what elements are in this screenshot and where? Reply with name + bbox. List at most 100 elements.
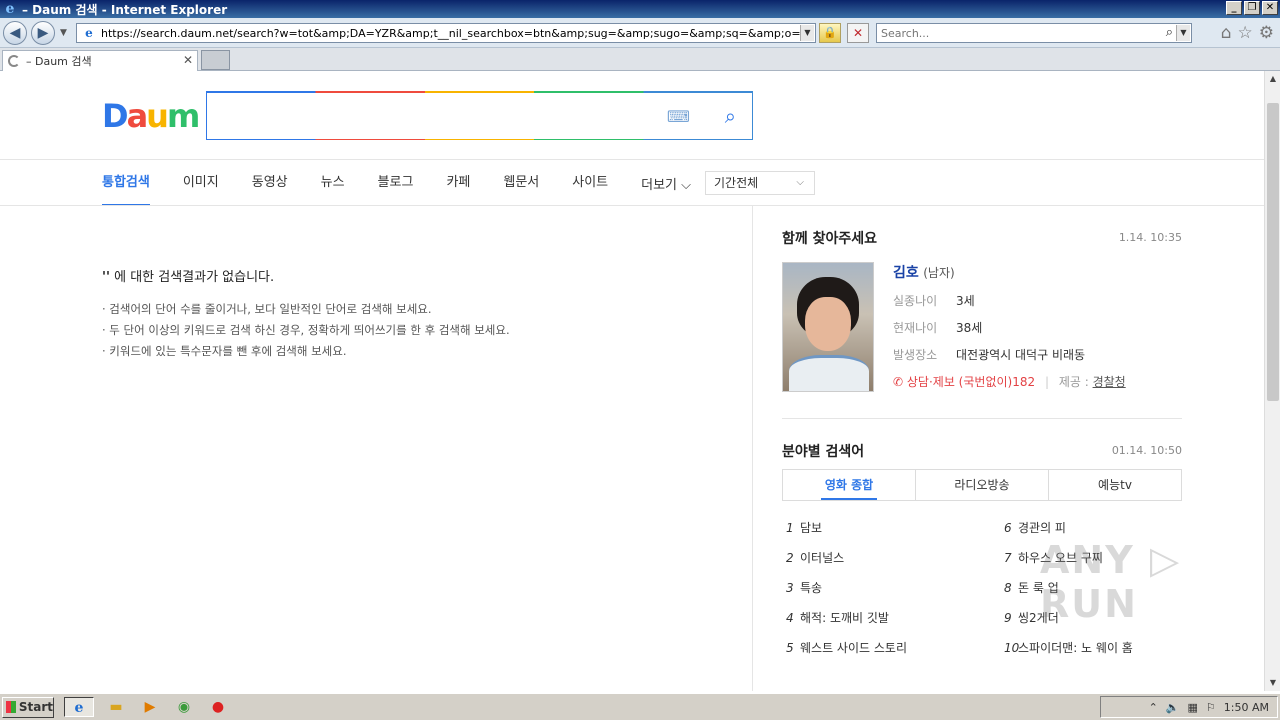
ranking-item[interactable]: 2 이터널스 bbox=[782, 543, 1000, 573]
daum-logo[interactable]: Daum bbox=[102, 98, 200, 134]
page-icon: e bbox=[85, 26, 93, 40]
report-hotline[interactable]: 상담·제보 (국번없이)182 bbox=[907, 375, 1035, 389]
restore-button[interactable]: ❐ bbox=[1244, 1, 1260, 15]
no-result-message: 에 대한 검색결과가 없습니다. bbox=[109, 270, 275, 285]
flag-icon[interactable]: ⚐ bbox=[1206, 701, 1216, 714]
scroll-down-icon[interactable]: ▼ bbox=[1265, 675, 1280, 691]
tray-expand-icon[interactable]: ⌃ bbox=[1149, 701, 1158, 714]
history-dropdown-icon[interactable]: ▼ bbox=[60, 28, 67, 38]
home-icon[interactable]: ⌂ bbox=[1221, 24, 1232, 42]
window-controls: _ ❐ ✕ bbox=[1226, 1, 1278, 15]
stop-button[interactable]: ✕ bbox=[847, 23, 869, 43]
ranking-item[interactable]: 1 담보 bbox=[782, 513, 1000, 543]
category-keywords-header: 분야별 검색어 01.14. 10:50 bbox=[782, 419, 1182, 460]
tab-movie[interactable]: 영화 종합 bbox=[783, 470, 916, 500]
period-select[interactable]: 기간전체 ⌵ bbox=[705, 171, 816, 195]
missing-person-time: 1.14. 10:35 bbox=[1118, 231, 1182, 244]
no-result-headline: '' 에 대한 검색결과가 없습니다. bbox=[102, 266, 722, 285]
tab-variety-tv[interactable]: 예능tv bbox=[1049, 470, 1181, 500]
tip-item: · 키워드에 있는 특수문자를 뺀 후에 검색해 보세요. bbox=[102, 344, 347, 358]
missing-person-photo[interactable] bbox=[782, 262, 874, 392]
search-tips: · 검색어의 단어 수를 줄이거나, 보다 일반적인 단어로 검색해 보세요. … bbox=[102, 299, 722, 362]
forward-button[interactable]: ▶ bbox=[31, 21, 55, 45]
no-result-section: '' 에 대한 검색결과가 없습니다. · 검색어의 단어 수를 줄이거나, 보… bbox=[102, 266, 722, 362]
daum-search-box[interactable]: ⌨ ⌕ bbox=[206, 91, 753, 140]
window-title-bar: e – Daum 검색 - Internet Explorer _ ❐ ✕ bbox=[0, 0, 1280, 18]
category-tabs: 영화 종합 라디오방송 예능tv bbox=[782, 469, 1182, 501]
ranking-item[interactable]: 4 해적: 도깨비 깃발 bbox=[782, 603, 1000, 633]
ranking-item[interactable]: 10스파이더맨: 노 웨이 홈 bbox=[1000, 633, 1182, 663]
chevron-down-icon: ⌵ bbox=[796, 177, 805, 188]
tab-radio[interactable]: 라디오방송 bbox=[916, 470, 1049, 500]
minimize-button[interactable]: _ bbox=[1226, 1, 1242, 15]
stop-sign-icon[interactable]: ● bbox=[206, 697, 230, 717]
media-player-icon[interactable]: ▶ bbox=[138, 697, 162, 717]
gear-icon[interactable]: ⚙ bbox=[1259, 24, 1274, 42]
search-icon[interactable]: ⌕ bbox=[1166, 25, 1173, 40]
close-tab-icon[interactable]: ✕ bbox=[183, 53, 193, 67]
ie-logo-icon: e bbox=[5, 1, 15, 17]
browser-toolbar-icons: ⌂ ☆ ⚙ bbox=[1221, 24, 1274, 42]
scroll-thumb[interactable] bbox=[1267, 103, 1279, 401]
info-row: 실종나이 3세 bbox=[893, 294, 975, 308]
period-value: 기간전체 bbox=[714, 176, 759, 190]
favorites-star-icon[interactable]: ☆ bbox=[1238, 24, 1253, 42]
tab-videos[interactable]: 동영상 bbox=[252, 160, 288, 206]
tab-label: – Daum 검색 bbox=[26, 55, 92, 68]
tab-bar: – Daum 검색 ✕ bbox=[0, 48, 1280, 71]
address-bar[interactable]: e https://search.daum.net/search?w=tot&a… bbox=[76, 23, 816, 43]
navigation-bar: ◀ ▶ ▼ e https://search.daum.net/search?w… bbox=[0, 18, 1280, 48]
missing-person-title: 함께 찾아주세요 bbox=[782, 231, 878, 247]
tab-blog[interactable]: 블로그 bbox=[378, 160, 414, 206]
anyrun-watermark: ANY ▷ RUN bbox=[1040, 538, 1182, 626]
missing-person-header: 함께 찾아주세요 1.14. 10:35 bbox=[782, 206, 1182, 247]
tab-images[interactable]: 이미지 bbox=[183, 160, 219, 206]
phone-icon: ✆ bbox=[893, 375, 904, 389]
loading-spinner-icon bbox=[8, 55, 20, 67]
tab-news[interactable]: 뉴스 bbox=[321, 160, 345, 206]
tab-web-documents[interactable]: 웹문서 bbox=[503, 160, 539, 206]
tab-integrated-search[interactable]: 통합검색 bbox=[102, 160, 150, 206]
tab-cafe[interactable]: 카페 bbox=[446, 160, 470, 206]
lock-icon[interactable]: 🔒 bbox=[819, 23, 841, 43]
ranking-item[interactable]: 3 특송 bbox=[782, 573, 1000, 603]
address-dropdown-icon[interactable]: ▼ bbox=[800, 25, 814, 41]
browser-search-box[interactable]: ⌕ ▼ bbox=[876, 23, 1192, 43]
address-url[interactable]: https://search.daum.net/search?w=tot&amp… bbox=[101, 27, 801, 40]
tab-daum[interactable]: – Daum 검색 ✕ bbox=[2, 50, 198, 71]
missing-person-info: 김호 (남자) 실종나이 3세 현재나이 38세 발생장소 대전광역시 대덕구 … bbox=[893, 262, 1183, 390]
clock[interactable]: 1:50 AM bbox=[1224, 701, 1269, 714]
chrome-icon[interactable]: ◉ bbox=[172, 697, 196, 717]
browser-search-input[interactable] bbox=[877, 24, 1147, 42]
new-tab-button[interactable] bbox=[201, 50, 230, 70]
start-button[interactable]: Start bbox=[2, 696, 54, 718]
missing-person-name-row: 김호 (남자) bbox=[893, 262, 1183, 282]
folder-icon[interactable]: ▬ bbox=[104, 697, 128, 717]
more-menu-button[interactable]: 더보기 ⌵ bbox=[641, 174, 691, 193]
windows-logo-icon bbox=[6, 701, 16, 713]
info-row: 현재나이 38세 bbox=[893, 321, 983, 335]
query-text: '' bbox=[102, 270, 110, 285]
tip-item: · 검색어의 단어 수를 줄이거나, 보다 일반적인 단어로 검색해 보세요. bbox=[102, 302, 432, 316]
search-dropdown-icon[interactable]: ▼ bbox=[1176, 25, 1190, 41]
missing-person-card: 김호 (남자) 실종나이 3세 현재나이 38세 발생장소 대전광역시 대덕구 … bbox=[782, 262, 1182, 392]
keyboard-icon[interactable]: ⌨ bbox=[667, 107, 690, 126]
close-window-button[interactable]: ✕ bbox=[1262, 1, 1278, 15]
volume-icon[interactable]: 🔈 bbox=[1166, 701, 1180, 714]
daum-search-icon[interactable]: ⌕ bbox=[725, 104, 736, 128]
provider-link[interactable]: 경찰청 bbox=[1093, 375, 1126, 389]
system-tray: ⌃ 🔈 ▦ ⚐ 1:50 AM bbox=[1100, 696, 1278, 718]
scroll-up-icon[interactable]: ▲ bbox=[1265, 71, 1280, 87]
taskbar: Start e ▬ ▶ ◉ ● ⌃ 🔈 ▦ ⚐ 1:50 AM bbox=[0, 693, 1280, 720]
tab-sites[interactable]: 사이트 bbox=[572, 160, 608, 206]
ranking-item[interactable]: 5 웨스트 사이드 스토리 bbox=[782, 633, 1000, 663]
back-button[interactable]: ◀ bbox=[3, 21, 27, 45]
missing-person-gender: (남자) bbox=[923, 266, 955, 280]
missing-person-name[interactable]: 김호 bbox=[893, 265, 919, 281]
vertical-scrollbar[interactable]: ▲ ▼ bbox=[1264, 71, 1280, 691]
report-row: ✆ 상담·제보 (국번없이)182 | 제공 : 경찰청 bbox=[893, 375, 1126, 389]
window-title: – Daum 검색 - Internet Explorer bbox=[22, 2, 228, 17]
search-category-nav: 통합검색 이미지 동영상 뉴스 블로그 카페 웹문서 사이트 더보기 ⌵ 기간전… bbox=[102, 160, 816, 206]
internet-explorer-icon[interactable]: e bbox=[64, 697, 94, 717]
network-icon[interactable]: ▦ bbox=[1188, 701, 1198, 714]
